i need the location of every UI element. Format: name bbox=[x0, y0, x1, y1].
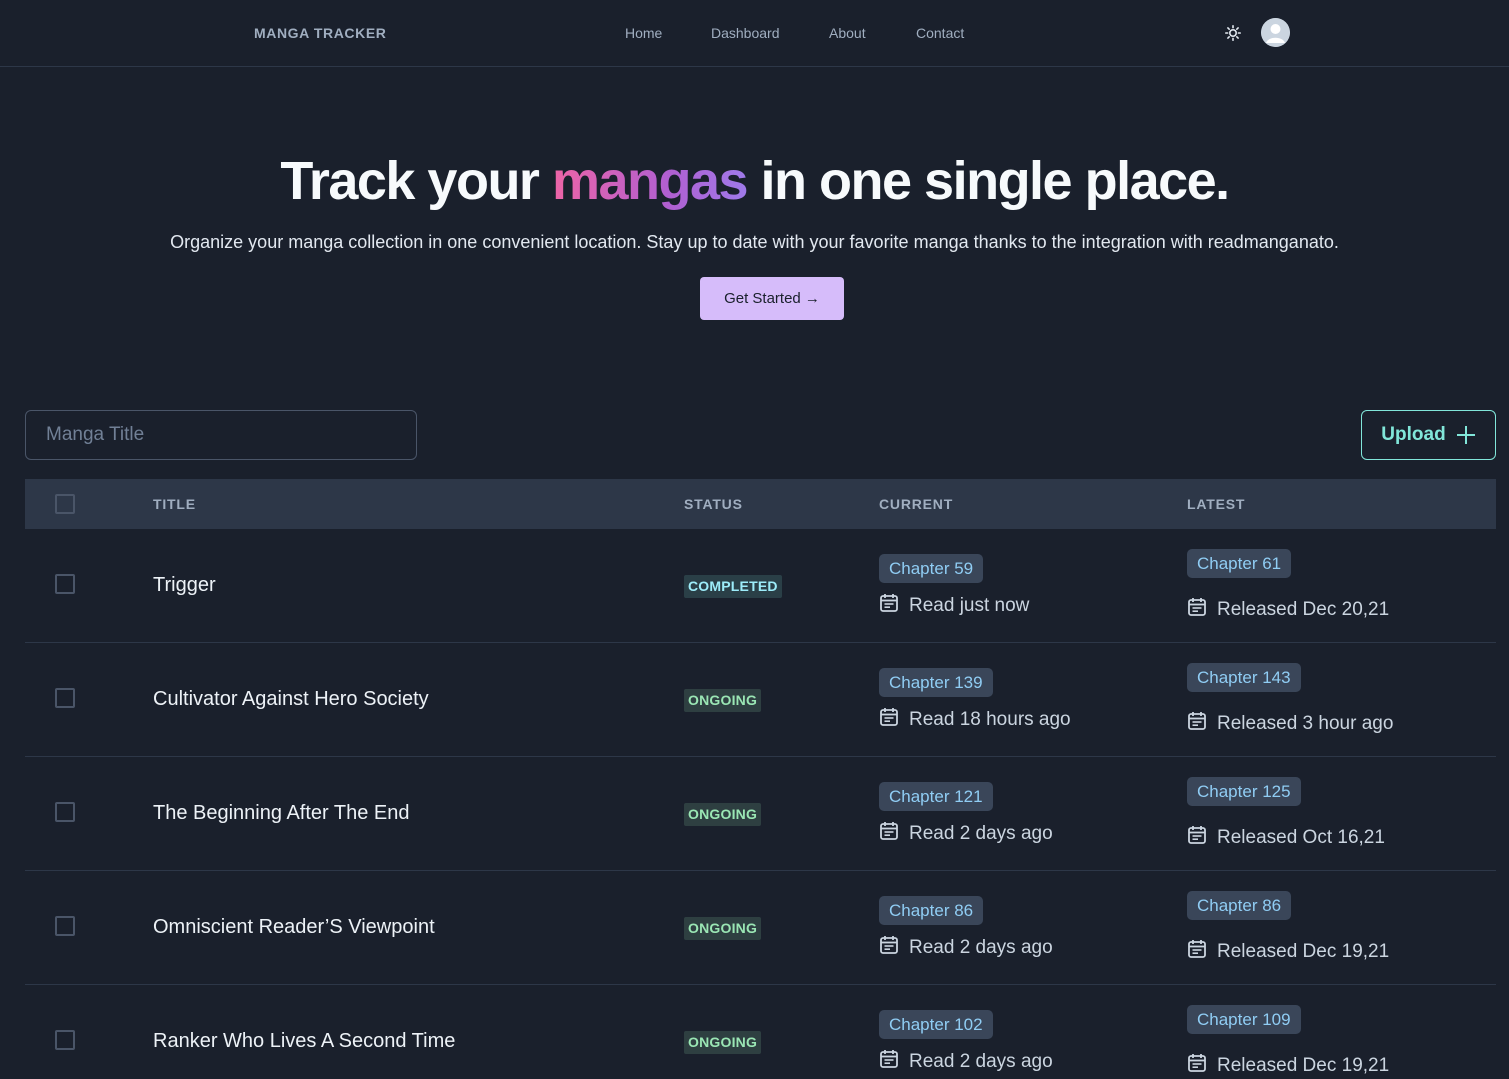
latest-chapter-tag[interactable]: Chapter 109 bbox=[1187, 1005, 1301, 1034]
latest-chapter-tag[interactable]: Chapter 143 bbox=[1187, 663, 1301, 692]
status-badge: ONGOING bbox=[684, 1031, 762, 1054]
latest-chapter-tag[interactable]: Chapter 86 bbox=[1187, 891, 1292, 920]
row-checkbox[interactable] bbox=[55, 1030, 75, 1050]
latest-release-info: Released Oct 16,21 bbox=[1187, 825, 1385, 851]
table-header: TITLE STATUS CURRENT LATEST bbox=[25, 479, 1496, 529]
row-checkbox[interactable] bbox=[55, 802, 75, 822]
current-chapter-tag[interactable]: Chapter 139 bbox=[879, 668, 993, 697]
calendar-icon bbox=[1187, 939, 1207, 965]
current-read-info: Read just now bbox=[879, 593, 1029, 619]
calendar-icon bbox=[879, 1049, 899, 1075]
plus-icon bbox=[1456, 426, 1475, 444]
column-header-current: CURRENT bbox=[879, 496, 954, 512]
latest-release-info: Released Dec 19,21 bbox=[1187, 1053, 1389, 1079]
hero-title: Track your mangas in one single place. bbox=[0, 150, 1509, 212]
calendar-icon bbox=[879, 935, 899, 961]
status-badge: COMPLETED bbox=[684, 575, 782, 598]
row-checkbox[interactable] bbox=[55, 916, 75, 936]
current-chapter-tag[interactable]: Chapter 102 bbox=[879, 1010, 993, 1039]
latest-release-info: Released Dec 19,21 bbox=[1187, 939, 1389, 965]
release-date-text: Released Dec 19,21 bbox=[1217, 941, 1390, 962]
current-read-info: Read 2 days ago bbox=[879, 935, 1053, 961]
manga-title[interactable]: The Beginning After The End bbox=[153, 802, 409, 825]
current-chapter-tag[interactable]: Chapter 86 bbox=[879, 896, 984, 925]
nav-link-dashboard[interactable]: Dashboard bbox=[711, 25, 780, 41]
current-read-info: Read 2 days ago bbox=[879, 1049, 1053, 1075]
read-time-text: Read 2 days ago bbox=[909, 823, 1053, 844]
current-chapter-tag[interactable]: Chapter 59 bbox=[879, 554, 984, 583]
hero-title-start: Track your bbox=[280, 151, 552, 211]
calendar-icon bbox=[1187, 825, 1207, 851]
read-time-text: Read 18 hours ago bbox=[909, 709, 1071, 730]
latest-chapter-tag[interactable]: Chapter 125 bbox=[1187, 777, 1301, 806]
nav-link-home[interactable]: Home bbox=[625, 25, 662, 41]
row-checkbox[interactable] bbox=[55, 574, 75, 594]
hero-title-accent: mangas bbox=[551, 151, 749, 211]
row-checkbox[interactable] bbox=[55, 688, 75, 708]
release-date-text: Released 3 hour ago bbox=[1217, 713, 1394, 734]
upload-button-label: Upload bbox=[1381, 424, 1446, 445]
status-badge: ONGOING bbox=[684, 917, 762, 940]
read-time-text: Read just now bbox=[909, 595, 1030, 616]
current-chapter-tag[interactable]: Chapter 121 bbox=[879, 782, 993, 811]
release-date-text: Released Dec 19,21 bbox=[1217, 1055, 1390, 1076]
column-header-latest: LATEST bbox=[1187, 496, 1246, 512]
user-avatar-icon bbox=[1261, 18, 1290, 47]
user-avatar[interactable] bbox=[1261, 18, 1290, 47]
latest-chapter-tag[interactable]: Chapter 61 bbox=[1187, 549, 1292, 578]
hero-subtitle: Organize your manga collection in one co… bbox=[170, 232, 1339, 252]
latest-release-info: Released 3 hour ago bbox=[1187, 711, 1393, 737]
hero-title-end: in one single place. bbox=[747, 151, 1231, 211]
current-read-info: Read 18 hours ago bbox=[879, 707, 1071, 733]
manga-title-search-input[interactable] bbox=[25, 410, 417, 460]
release-date-text: Released Dec 20,21 bbox=[1217, 599, 1390, 620]
calendar-icon bbox=[879, 821, 899, 847]
nav-link-contact[interactable]: Contact bbox=[916, 25, 964, 41]
calendar-icon bbox=[879, 593, 899, 619]
nav-link-about[interactable]: About bbox=[829, 25, 866, 41]
select-all-checkbox[interactable] bbox=[55, 494, 75, 514]
manga-title[interactable]: Trigger bbox=[153, 574, 216, 597]
manga-title[interactable]: Cultivator Against Hero Society bbox=[153, 688, 429, 711]
column-header-status: STATUS bbox=[684, 496, 743, 512]
upload-button[interactable]: Upload bbox=[1361, 410, 1496, 460]
current-read-info: Read 2 days ago bbox=[879, 821, 1053, 847]
calendar-icon bbox=[1187, 1053, 1207, 1079]
status-badge: ONGOING bbox=[684, 803, 762, 826]
table-row[interactable]: Ranker Who Lives A Second Time ONGOING Cha… bbox=[25, 985, 1496, 1079]
read-time-text: Read 2 days ago bbox=[909, 1051, 1053, 1072]
manga-title[interactable]: Ranker Who Lives A Second Time bbox=[153, 1030, 455, 1053]
manga-title[interactable]: Omniscient Reader’S Viewpoint bbox=[153, 916, 435, 939]
table-row[interactable]: Cultivator Against Hero Society ONGOING Ch… bbox=[25, 643, 1496, 757]
calendar-icon bbox=[1187, 597, 1207, 623]
table-row[interactable]: The Beginning After The End ONGOING Chapte… bbox=[25, 757, 1496, 871]
table-row[interactable]: Omniscient Reader’S Viewpoint ONGOING Chap… bbox=[25, 871, 1496, 985]
read-time-text: Read 2 days ago bbox=[909, 937, 1053, 958]
top-navbar: MANGA TRACKER Home Dashboard About Conta… bbox=[0, 0, 1509, 67]
calendar-icon bbox=[879, 707, 899, 733]
status-badge: ONGOING bbox=[684, 689, 762, 712]
calendar-icon bbox=[1187, 711, 1207, 737]
theme-toggle-button[interactable] bbox=[1222, 22, 1244, 44]
brand-logo[interactable]: MANGA TRACKER bbox=[254, 25, 387, 41]
release-date-text: Released Oct 16,21 bbox=[1217, 827, 1385, 848]
column-header-title: TITLE bbox=[153, 496, 196, 512]
sun-icon bbox=[1225, 25, 1241, 41]
get-started-button[interactable]: Get Started → bbox=[700, 277, 844, 320]
table-row[interactable]: Trigger COMPLETED Chapter 59 Read just now C… bbox=[25, 529, 1496, 643]
latest-release-info: Released Dec 20,21 bbox=[1187, 597, 1389, 623]
